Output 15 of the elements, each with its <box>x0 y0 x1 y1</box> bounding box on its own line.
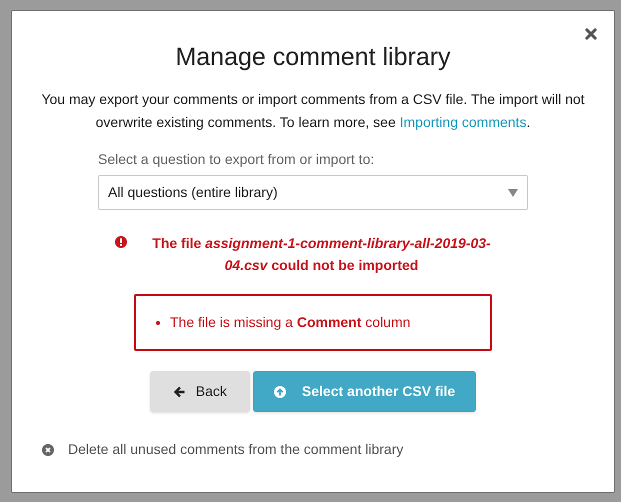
error-item: The file is missing a Comment column <box>170 313 410 332</box>
back-button[interactable]: Back <box>150 371 250 412</box>
upload-icon <box>274 386 286 398</box>
select-label: Select a question to export from or import to: <box>98 150 376 168</box>
exclamation-icon <box>114 236 126 248</box>
dropdown-caret-icon <box>508 188 518 196</box>
import-error-message: The file assignment-1-comment-library-all-2019-03-04.csv could not be imported <box>151 234 492 275</box>
remove-icon <box>42 444 54 456</box>
intro-text: You may export your comments or import comments from a CSV file. The import will not overwrite existing comments. To learn more, see Importing comments. <box>40 90 586 132</box>
dialog-title: Manage comment library <box>175 42 451 73</box>
bullet-icon <box>156 320 160 324</box>
close-icon[interactable] <box>585 28 597 40</box>
question-select[interactable]: All questions (entire library) <box>98 175 528 210</box>
delete-unused-link[interactable]: Delete all unused comments from the comment library <box>68 439 404 460</box>
left-arrow-icon <box>172 386 186 398</box>
